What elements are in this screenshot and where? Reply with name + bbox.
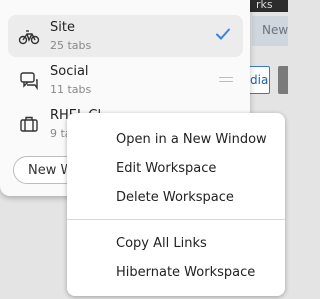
menu-item-copy-all-links[interactable]: Copy All Links [116, 236, 207, 251]
workspace-name: Site [50, 20, 75, 35]
menu-item-delete-workspace[interactable]: Delete Workspace [116, 190, 234, 205]
drag-handle-icon[interactable] [219, 77, 233, 83]
workspace-tab-count: 11 tabs [50, 83, 92, 96]
workspace-item-site[interactable]: Site 25 tabs [8, 15, 243, 57]
menu-item-edit-workspace[interactable]: Edit Workspace [116, 161, 216, 176]
workspace-name: Social [50, 64, 89, 79]
workspace-tab-count: 25 tabs [50, 39, 92, 52]
menu-separator [67, 219, 285, 220]
menu-item-hibernate-workspace[interactable]: Hibernate Workspace [116, 265, 255, 280]
background-new-button: New [252, 16, 288, 46]
bicycle-icon [18, 30, 40, 45]
checkmark-icon [216, 28, 230, 40]
chat-icon [20, 72, 38, 91]
briefcase-icon [20, 116, 38, 132]
workspace-item-social[interactable]: Social 11 tabs [8, 59, 243, 101]
workspace-context-menu: Open in a New Window Edit Workspace Dele… [67, 113, 285, 296]
background-toolbar-fragment: rks [244, 0, 288, 12]
background-gray-block [278, 66, 288, 94]
menu-item-open-new-window[interactable]: Open in a New Window [116, 132, 267, 147]
